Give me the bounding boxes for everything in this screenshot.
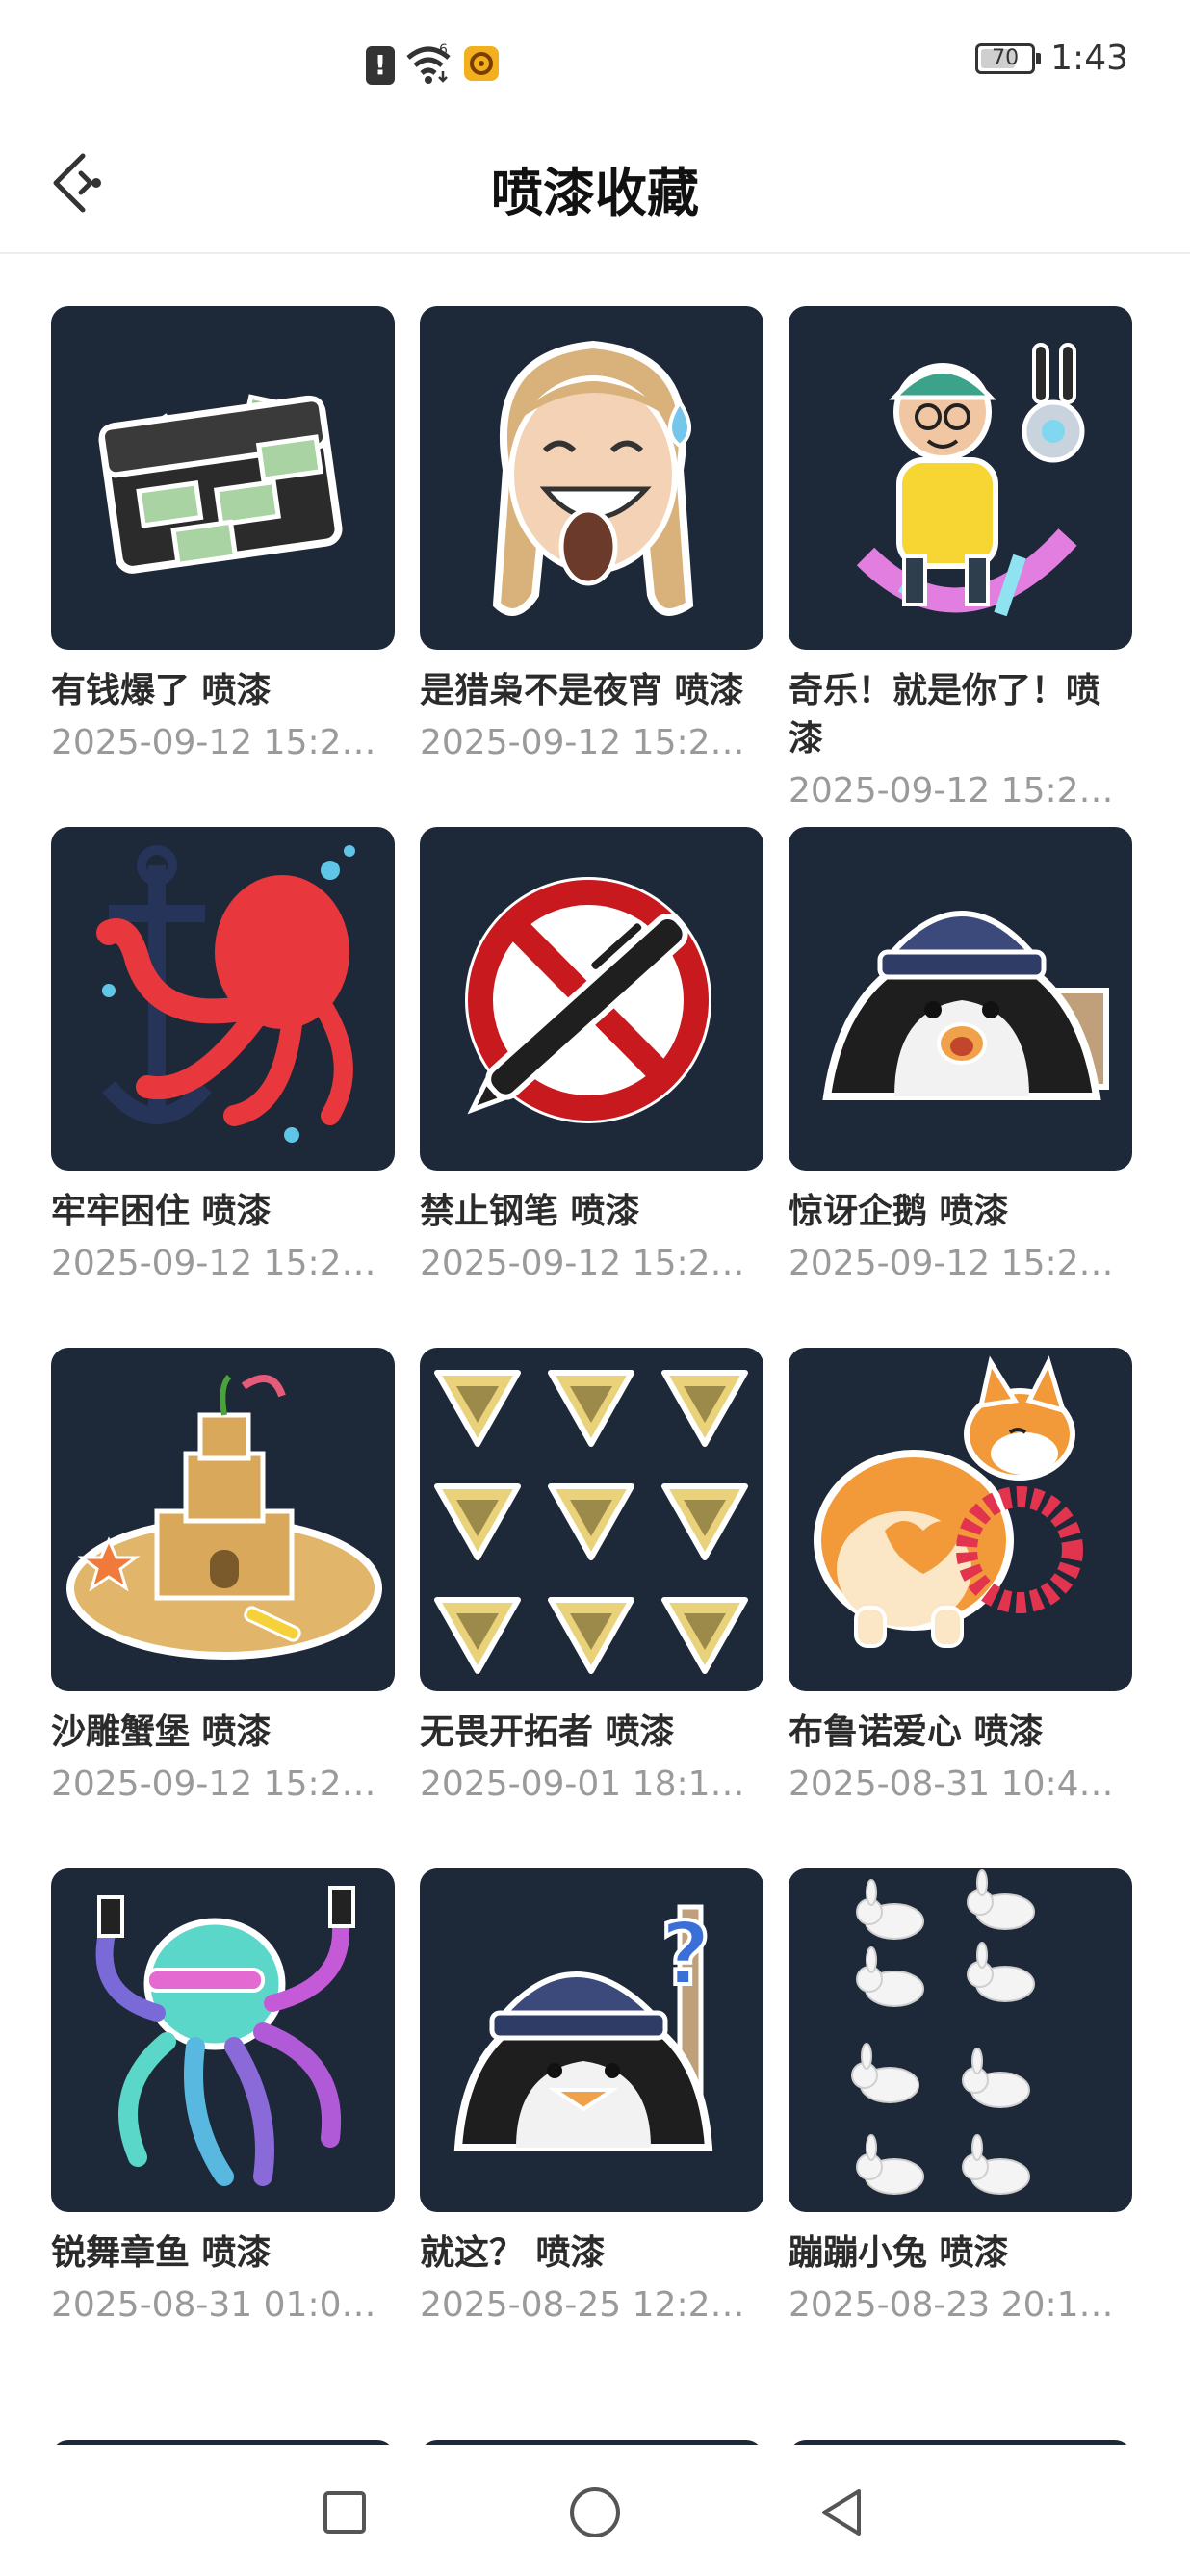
spray-thumbnail[interactable] <box>51 827 395 1171</box>
spray-thumbnail[interactable] <box>789 1348 1132 1691</box>
valorant-logo-icon <box>434 1483 521 1560</box>
app-notification-icon <box>462 44 501 87</box>
spray-name: 锐舞章鱼 喷漆 <box>51 2233 272 2273</box>
spray-date: 2025-09-12 15:25:... <box>420 1244 763 1283</box>
spray-card[interactable]: 蹦蹦小兔 喷漆 2025-08-23 20:10:... <box>789 1868 1132 2389</box>
spray-name: 是猎枭不是夜宵 喷漆 <box>420 671 744 710</box>
spray-card[interactable]: 沙雕蟹堡 喷漆 2025-09-12 15:25:... <box>51 1348 395 1868</box>
valorant-logo-icon <box>548 1597 634 1674</box>
money-briefcase-image <box>98 394 343 574</box>
spray-name: 惊讶企鹅 喷漆 <box>789 1192 1009 1231</box>
bunny-icon <box>856 2134 924 2195</box>
killjoy-image <box>856 343 1085 617</box>
recent-apps-icon <box>323 2491 366 2534</box>
bunny-icon <box>856 1946 924 2007</box>
system-nav-bar <box>0 2445 1190 2576</box>
valorant-logo-icon <box>548 1370 634 1447</box>
spray-thumbnail[interactable]: ? <box>420 1868 763 2212</box>
spray-card[interactable]: 奇乐！就是你了！喷漆 2025-09-12 15:25:... <box>789 306 1132 827</box>
spray-card[interactable]: 禁止钢笔 喷漆 2025-09-12 15:25:... <box>420 827 763 1348</box>
spray-date: 2025-09-12 15:25:... <box>51 723 395 762</box>
status-icons: ! 6 <box>366 42 501 89</box>
bunny-icon <box>967 1869 1035 1930</box>
battery-icon: 70 <box>975 42 1042 74</box>
valorant-logo-icon <box>434 1597 521 1674</box>
home-icon <box>570 2487 620 2537</box>
spray-name: 布鲁诺爱心 喷漆 <box>789 1713 1044 1752</box>
status-right: 70 1:43 <box>975 39 1128 78</box>
spray-name: 禁止钢笔 喷漆 <box>420 1192 640 1231</box>
spray-card[interactable]: 布鲁诺爱心 喷漆 2025-08-31 10:49:... <box>789 1348 1132 1868</box>
valorant-logo-icon <box>548 1483 634 1560</box>
bunny-icon <box>962 2048 1030 2108</box>
valorant-logo-icon <box>661 1597 748 1674</box>
spray-card[interactable]: 锐舞章鱼 喷漆 2025-08-31 01:03:... <box>51 1868 395 2389</box>
spray-date: 2025-08-31 01:03:... <box>51 2285 395 2325</box>
spray-thumbnail[interactable] <box>420 827 763 1171</box>
valorant-logo-icon <box>661 1370 748 1447</box>
bunny-icon <box>856 1879 924 1940</box>
clock: 1:43 <box>1050 39 1128 78</box>
spray-name: 牢牢困住 喷漆 <box>51 1192 272 1231</box>
spray-name: 沙雕蟹堡 喷漆 <box>51 1713 272 1752</box>
spray-name: 就这？ 喷漆 <box>420 2233 606 2273</box>
page-title: 喷漆收藏 <box>491 163 699 223</box>
back-icon <box>822 2489 861 2536</box>
spray-date: 2025-09-12 15:25:... <box>51 1765 395 1804</box>
spray-date: 2025-09-12 15:25:... <box>789 771 1132 811</box>
valorant-logo-icon <box>661 1483 748 1560</box>
spray-name: 奇乐！就是你了！喷漆 <box>789 671 1101 759</box>
spray-card[interactable]: 是猎枭不是夜宵 喷漆 2025-09-12 15:25:... <box>420 306 763 827</box>
status-bar: ! 6 70 1:43 <box>0 0 1190 116</box>
spray-name: 有钱爆了 喷漆 <box>51 671 272 710</box>
battery-level: 70 <box>992 46 1020 70</box>
spray-date: 2025-09-12 15:25:... <box>51 1244 395 1283</box>
no-pen-image <box>465 877 711 1123</box>
recent-apps-button[interactable] <box>306 2474 383 2551</box>
app-header: 喷漆收藏 <box>0 116 1190 254</box>
spray-thumbnail[interactable] <box>789 827 1132 1171</box>
back-nav-button[interactable] <box>803 2474 880 2551</box>
surprised-penguin-image <box>822 911 1109 1100</box>
logo-grid-image <box>434 1370 748 1674</box>
spray-card[interactable]: 牢牢困住 喷漆 2025-09-12 15:25:... <box>51 827 395 1348</box>
spray-date: 2025-09-01 18:11:... <box>420 1765 763 1804</box>
corgi-heart-image <box>814 1355 1083 1648</box>
alert-icon: ! <box>366 46 395 85</box>
network-label: 6 <box>439 42 448 58</box>
wifi-icon: 6 <box>404 42 453 89</box>
spray-card[interactable]: 无畏开拓者 喷漆 2025-09-01 18:11:... <box>420 1348 763 1868</box>
spray-thumbnail[interactable] <box>51 1348 395 1691</box>
laughing-agent-image <box>492 340 694 616</box>
spray-thumbnail[interactable] <box>420 306 763 650</box>
red-octopus-image <box>96 845 355 1143</box>
spray-name: 无畏开拓者 喷漆 <box>420 1713 675 1752</box>
question-penguin-image: ? <box>453 1902 713 2151</box>
spray-thumbnail[interactable] <box>789 1868 1132 2212</box>
sandcastle-image <box>66 1374 382 1660</box>
spray-card[interactable]: 惊讶企鹅 喷漆 2025-09-12 15:25:... <box>789 827 1132 1348</box>
spray-date: 2025-08-25 12:29:... <box>420 2285 763 2325</box>
svg-text:?: ? <box>660 1904 711 2005</box>
spray-card[interactable]: ? 就这？ 喷漆 2025-08-25 12:29:... <box>420 1868 763 2389</box>
bunny-icon <box>962 2134 1030 2195</box>
bunnies-image <box>851 1869 1035 2195</box>
spray-date: 2025-08-31 10:49:... <box>789 1765 1132 1804</box>
spray-grid: 有钱爆了 喷漆 2025-09-12 15:25:... 是猎枭不是夜宵 喷漆 … <box>51 306 1140 2389</box>
spray-thumbnail[interactable] <box>789 306 1132 650</box>
rave-octopus-image <box>95 1886 355 2186</box>
spray-card[interactable]: 有钱爆了 喷漆 2025-09-12 15:25:... <box>51 306 395 827</box>
spray-date: 2025-08-23 20:10:... <box>789 2285 1132 2325</box>
spray-date: 2025-09-12 15:25:... <box>789 1244 1132 1283</box>
spray-thumbnail[interactable] <box>51 1868 395 2212</box>
home-button[interactable] <box>556 2474 634 2551</box>
spray-thumbnail[interactable] <box>51 306 395 650</box>
spray-thumbnail[interactable] <box>420 1348 763 1691</box>
spray-date: 2025-09-12 15:25:... <box>420 723 763 762</box>
bunny-icon <box>851 2043 919 2103</box>
valorant-logo-icon <box>434 1370 521 1447</box>
bunny-icon <box>967 1942 1035 2002</box>
spray-name: 蹦蹦小兔 喷漆 <box>789 2233 1009 2273</box>
